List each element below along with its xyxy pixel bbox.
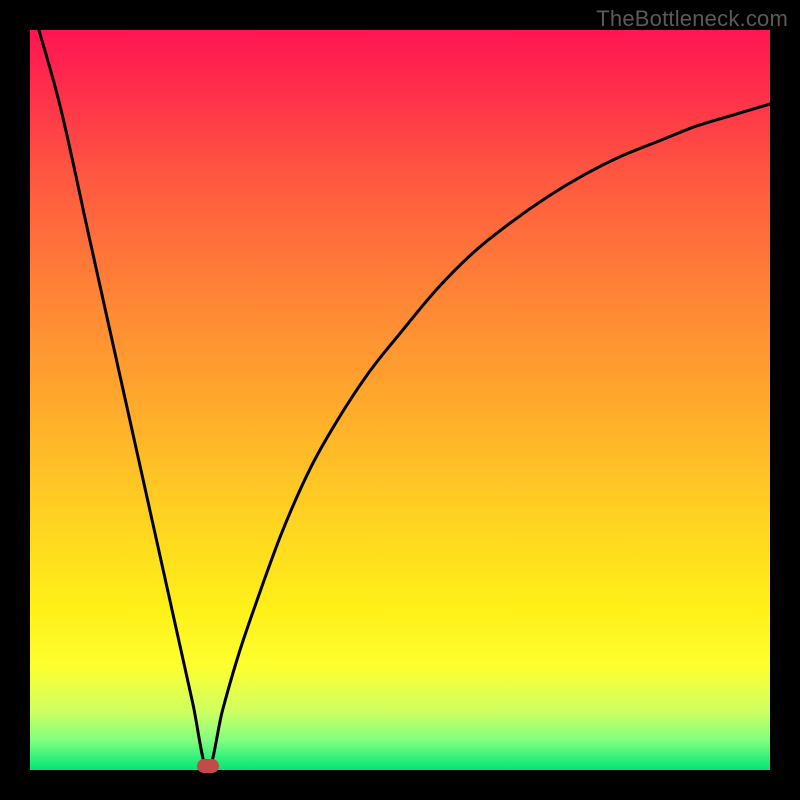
watermark-text: TheBottleneck.com: [596, 6, 788, 32]
minimum-marker: [197, 759, 219, 773]
chart-container: TheBottleneck.com: [0, 0, 800, 800]
curve-svg: [30, 30, 770, 770]
plot-area: [30, 30, 770, 770]
bottleneck-curve: [30, 30, 770, 770]
